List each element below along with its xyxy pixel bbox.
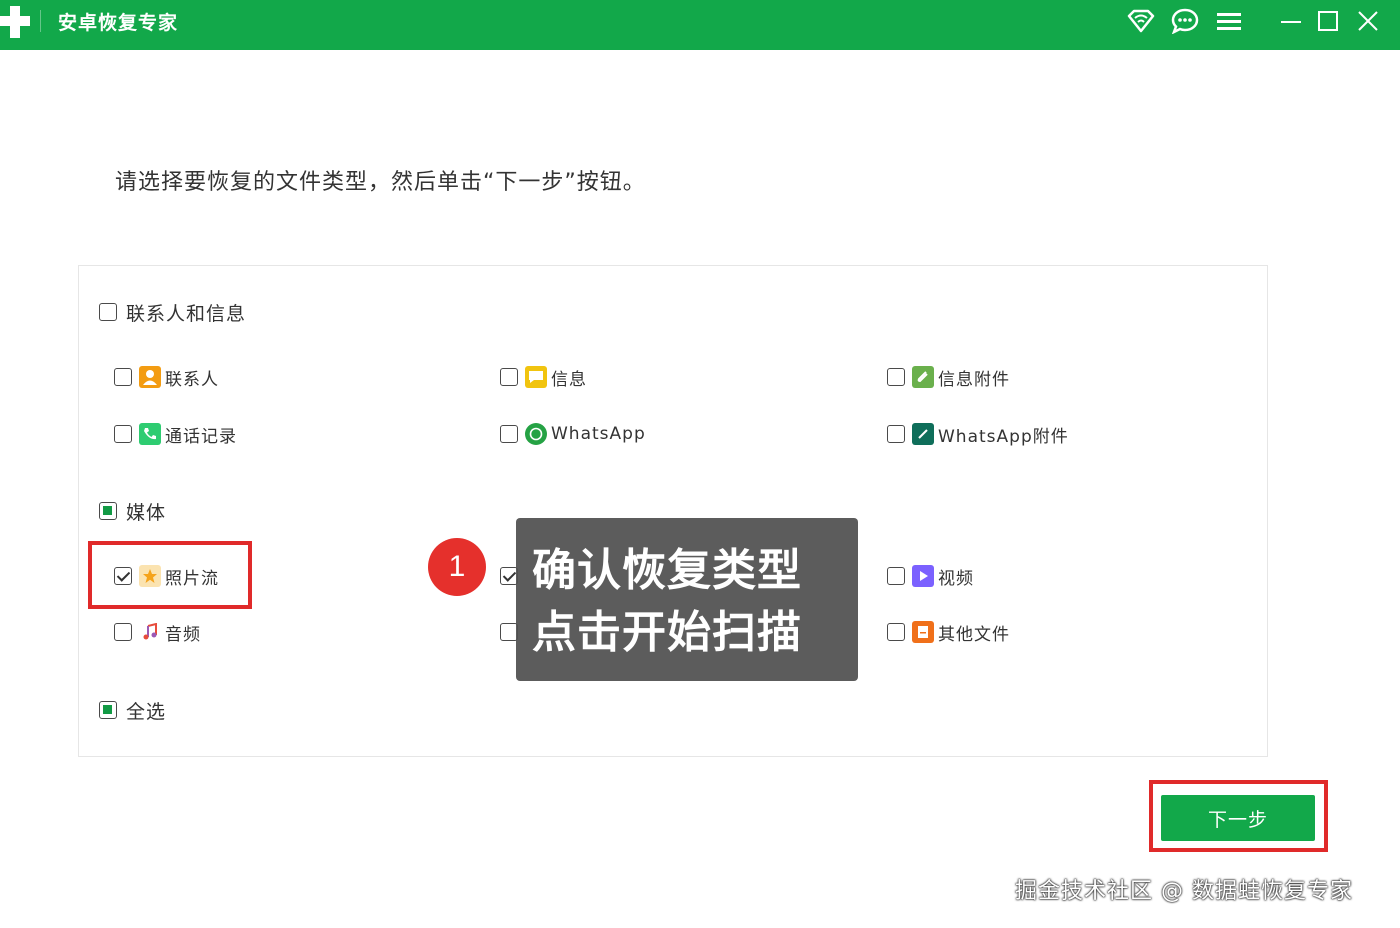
group-label: 联系人和信息 (126, 302, 247, 325)
group-contacts-messages[interactable]: 联系人和信息 (99, 299, 246, 325)
video-checkbox[interactable] (887, 567, 905, 585)
step-number-badge: 1 (428, 538, 486, 596)
attachment-icon (912, 366, 934, 388)
item-video[interactable]: 视频 (887, 563, 974, 589)
item-whatsapp[interactable]: WhatsApp (500, 421, 646, 447)
item-label: 信息附件 (938, 369, 1010, 390)
item-label: 照片流 (165, 568, 219, 589)
instruction-text: 请选择要恢复的文件类型，然后单击“下一步”按钮。 (115, 170, 646, 195)
chat-icon[interactable] (1169, 6, 1201, 36)
title-separator (40, 10, 41, 32)
phone-icon (139, 423, 161, 445)
item-label: 联系人 (165, 369, 219, 390)
other-files-checkbox[interactable] (887, 623, 905, 641)
item-label: 视频 (938, 568, 974, 589)
item-photo-stream[interactable]: 照片流 (114, 563, 219, 589)
item-other-files[interactable]: 其他文件 (887, 619, 1010, 645)
select-all-label: 全选 (126, 700, 167, 723)
item-label: 通话记录 (165, 426, 237, 447)
whatsapp-attachment-icon (912, 423, 934, 445)
star-photo-icon (139, 565, 161, 587)
messages-checkbox[interactable] (500, 368, 518, 386)
select-all-checkbox[interactable] (99, 701, 117, 719)
contact-icon (139, 366, 161, 388)
group-media-checkbox[interactable] (99, 502, 117, 520)
music-icon (139, 621, 161, 643)
message-attachments-checkbox[interactable] (887, 368, 905, 386)
call-log-checkbox[interactable] (114, 425, 132, 443)
next-button[interactable]: 下一步 (1161, 795, 1315, 841)
item-audio[interactable]: 音频 (114, 619, 201, 645)
whatsapp-attachments-checkbox[interactable] (887, 425, 905, 443)
app-title: 安卓恢复专家 (58, 12, 179, 34)
watermark-text: 掘金技术社区 @ 数据蛙恢复专家 (1015, 879, 1353, 904)
contacts-checkbox[interactable] (114, 368, 132, 386)
tutorial-tooltip: 确认恢复类型 点击开始扫描 (516, 518, 858, 681)
select-all[interactable]: 全选 (99, 697, 166, 723)
item-label: 信息 (551, 369, 587, 390)
group-contacts-checkbox[interactable] (99, 303, 117, 321)
item-label: WhatsApp (551, 424, 646, 444)
photo-stream-checkbox[interactable] (114, 567, 132, 585)
message-icon (525, 366, 547, 388)
maximize-icon[interactable] (1312, 6, 1344, 36)
item-label: 其他文件 (938, 624, 1010, 645)
tooltip-line-2: 点击开始扫描 (532, 607, 802, 658)
minimize-icon[interactable] (1275, 6, 1307, 36)
whatsapp-icon (525, 423, 547, 445)
wifi-diamond-icon[interactable] (1125, 6, 1157, 36)
item-message-attachments[interactable]: 信息附件 (887, 364, 1010, 390)
file-type-panel (78, 265, 1268, 757)
item-contacts[interactable]: 联系人 (114, 364, 219, 390)
close-icon[interactable] (1352, 6, 1384, 36)
group-media[interactable]: 媒体 (99, 498, 166, 524)
item-whatsapp-attachments[interactable]: WhatsApp附件 (887, 421, 1069, 447)
item-label: WhatsApp附件 (938, 426, 1069, 447)
video-play-icon (912, 565, 934, 587)
file-icon (912, 621, 934, 643)
menu-icon[interactable] (1213, 6, 1245, 36)
group-label: 媒体 (126, 501, 167, 524)
whatsapp-checkbox[interactable] (500, 425, 518, 443)
item-label: 音频 (165, 624, 201, 645)
audio-checkbox[interactable] (114, 623, 132, 641)
item-messages[interactable]: 信息 (500, 364, 587, 390)
app-logo-icon (0, 4, 32, 40)
item-call-log[interactable]: 通话记录 (114, 421, 237, 447)
title-bar: 安卓恢复专家 (0, 0, 1400, 50)
tooltip-line-1: 确认恢复类型 (532, 545, 802, 596)
